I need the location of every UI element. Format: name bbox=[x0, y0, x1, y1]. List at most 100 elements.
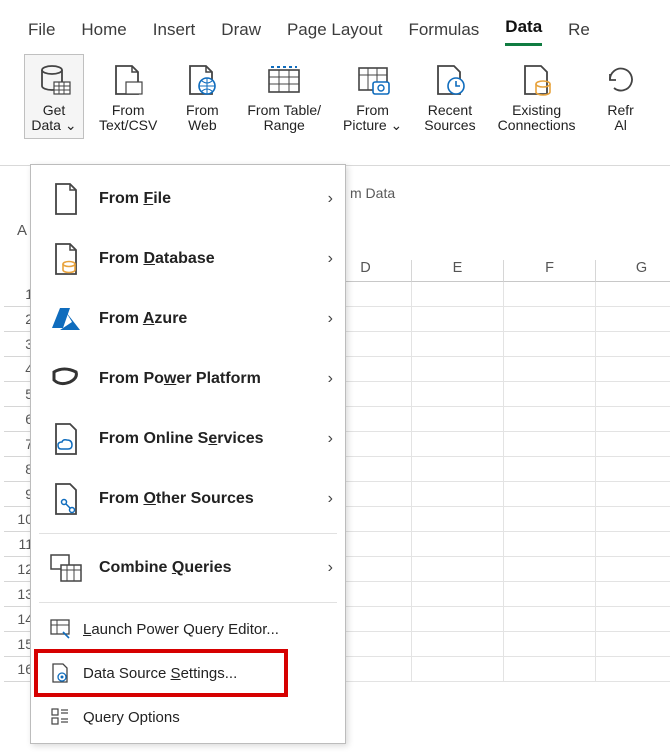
menu-data-source-settings[interactable]: Data Source Settings... bbox=[31, 651, 345, 695]
cell[interactable] bbox=[504, 307, 596, 332]
cell[interactable] bbox=[412, 282, 504, 307]
cell[interactable] bbox=[504, 657, 596, 682]
settings-file-icon bbox=[49, 662, 71, 684]
menu-from-file[interactable]: From File › bbox=[31, 169, 345, 229]
menu-from-power-platform[interactable]: From Power Platform › bbox=[31, 349, 345, 409]
cell[interactable] bbox=[412, 557, 504, 582]
cells[interactable] bbox=[320, 282, 670, 682]
database-file-icon bbox=[49, 242, 83, 276]
recent-label-1: Recent bbox=[428, 103, 472, 118]
cell[interactable] bbox=[412, 607, 504, 632]
cell[interactable] bbox=[596, 357, 670, 382]
cell[interactable] bbox=[596, 632, 670, 657]
from-picture-button[interactable]: From Picture ⌄ bbox=[336, 54, 409, 139]
cell[interactable] bbox=[504, 507, 596, 532]
cell[interactable] bbox=[596, 457, 670, 482]
chevron-right-icon: › bbox=[328, 370, 333, 388]
cell[interactable] bbox=[412, 507, 504, 532]
cell[interactable] bbox=[596, 432, 670, 457]
cell[interactable] bbox=[504, 407, 596, 432]
column-header[interactable]: G bbox=[596, 260, 670, 282]
cell[interactable] bbox=[412, 332, 504, 357]
from-table-label-2: Range bbox=[264, 118, 305, 133]
cell[interactable] bbox=[504, 382, 596, 407]
from-csv-label-2: Text/CSV bbox=[99, 118, 157, 133]
menu-label: Combine Queries bbox=[99, 559, 328, 577]
cell[interactable] bbox=[504, 282, 596, 307]
cell[interactable] bbox=[596, 307, 670, 332]
from-web-button[interactable]: From Web bbox=[172, 54, 232, 139]
column-header[interactable]: F bbox=[504, 260, 596, 282]
recent-icon bbox=[427, 57, 473, 103]
cell[interactable] bbox=[412, 657, 504, 682]
tab-home[interactable]: Home bbox=[81, 20, 126, 46]
cell[interactable] bbox=[504, 607, 596, 632]
picture-icon bbox=[350, 57, 396, 103]
menu-label: From Database bbox=[99, 250, 328, 268]
cell[interactable] bbox=[504, 532, 596, 557]
tab-data[interactable]: Data bbox=[505, 17, 542, 46]
cell[interactable] bbox=[504, 357, 596, 382]
existing-label-2: Connections bbox=[498, 118, 576, 133]
cell[interactable] bbox=[596, 507, 670, 532]
cell[interactable] bbox=[596, 657, 670, 682]
cell[interactable] bbox=[504, 632, 596, 657]
cell[interactable] bbox=[412, 482, 504, 507]
cell[interactable] bbox=[412, 307, 504, 332]
cell[interactable] bbox=[412, 457, 504, 482]
recent-sources-button[interactable]: Recent Sources bbox=[417, 54, 482, 139]
cell[interactable] bbox=[412, 407, 504, 432]
get-data-button[interactable]: Get Data ⌄ bbox=[24, 54, 84, 139]
tab-page-layout[interactable]: Page Layout bbox=[287, 20, 382, 46]
tab-draw[interactable]: Draw bbox=[221, 20, 261, 46]
ribbon-tabs: File Home Insert Draw Page Layout Formul… bbox=[0, 0, 670, 46]
menu-query-options[interactable]: Query Options bbox=[31, 695, 345, 739]
cell[interactable] bbox=[412, 382, 504, 407]
tab-formulas[interactable]: Formulas bbox=[408, 20, 479, 46]
ribbon-data: Get Data ⌄ From Text/CSV From Web From T… bbox=[0, 46, 670, 166]
tab-review-cut[interactable]: Re bbox=[568, 20, 590, 46]
from-table-button[interactable]: From Table/ Range bbox=[240, 54, 328, 139]
column-header[interactable]: E bbox=[412, 260, 504, 282]
menu-label: From Power Platform bbox=[99, 370, 328, 388]
pq-editor-icon bbox=[49, 618, 71, 640]
tab-insert[interactable]: Insert bbox=[153, 20, 196, 46]
cell[interactable] bbox=[596, 382, 670, 407]
refresh-icon bbox=[598, 57, 644, 103]
cell[interactable] bbox=[596, 557, 670, 582]
cell[interactable] bbox=[504, 557, 596, 582]
menu-launch-power-query[interactable]: Launch Power Query Editor... bbox=[31, 607, 345, 651]
recent-label-2: Sources bbox=[424, 118, 475, 133]
cell[interactable] bbox=[596, 332, 670, 357]
cell[interactable] bbox=[412, 432, 504, 457]
menu-combine-queries[interactable]: Combine Queries › bbox=[31, 538, 345, 598]
cell[interactable] bbox=[596, 407, 670, 432]
cell[interactable] bbox=[504, 332, 596, 357]
cell[interactable] bbox=[504, 457, 596, 482]
cell[interactable] bbox=[412, 357, 504, 382]
cell[interactable] bbox=[596, 482, 670, 507]
menu-from-database[interactable]: From Database › bbox=[31, 229, 345, 289]
cell[interactable] bbox=[596, 282, 670, 307]
menu-label: From Azure bbox=[99, 310, 328, 328]
cell[interactable] bbox=[596, 607, 670, 632]
menu-from-other-sources[interactable]: From Other Sources › bbox=[31, 469, 345, 529]
combine-icon bbox=[49, 551, 83, 585]
existing-connections-button[interactable]: Existing Connections bbox=[491, 54, 583, 139]
menu-from-azure[interactable]: From Azure › bbox=[31, 289, 345, 349]
existing-label-1: Existing bbox=[512, 103, 561, 118]
from-textcsv-button[interactable]: From Text/CSV bbox=[92, 54, 164, 139]
menu-from-online-services[interactable]: From Online Services › bbox=[31, 409, 345, 469]
cell[interactable] bbox=[504, 482, 596, 507]
refresh-all-button[interactable]: Refr Al bbox=[591, 54, 651, 139]
cell[interactable] bbox=[412, 532, 504, 557]
options-icon bbox=[49, 706, 71, 728]
cell[interactable] bbox=[504, 432, 596, 457]
cell[interactable] bbox=[412, 632, 504, 657]
cell[interactable] bbox=[596, 532, 670, 557]
ribbon-group-label: m Data bbox=[350, 185, 395, 201]
cell[interactable] bbox=[412, 582, 504, 607]
cell[interactable] bbox=[504, 582, 596, 607]
tab-file[interactable]: File bbox=[28, 20, 55, 46]
cell[interactable] bbox=[596, 582, 670, 607]
